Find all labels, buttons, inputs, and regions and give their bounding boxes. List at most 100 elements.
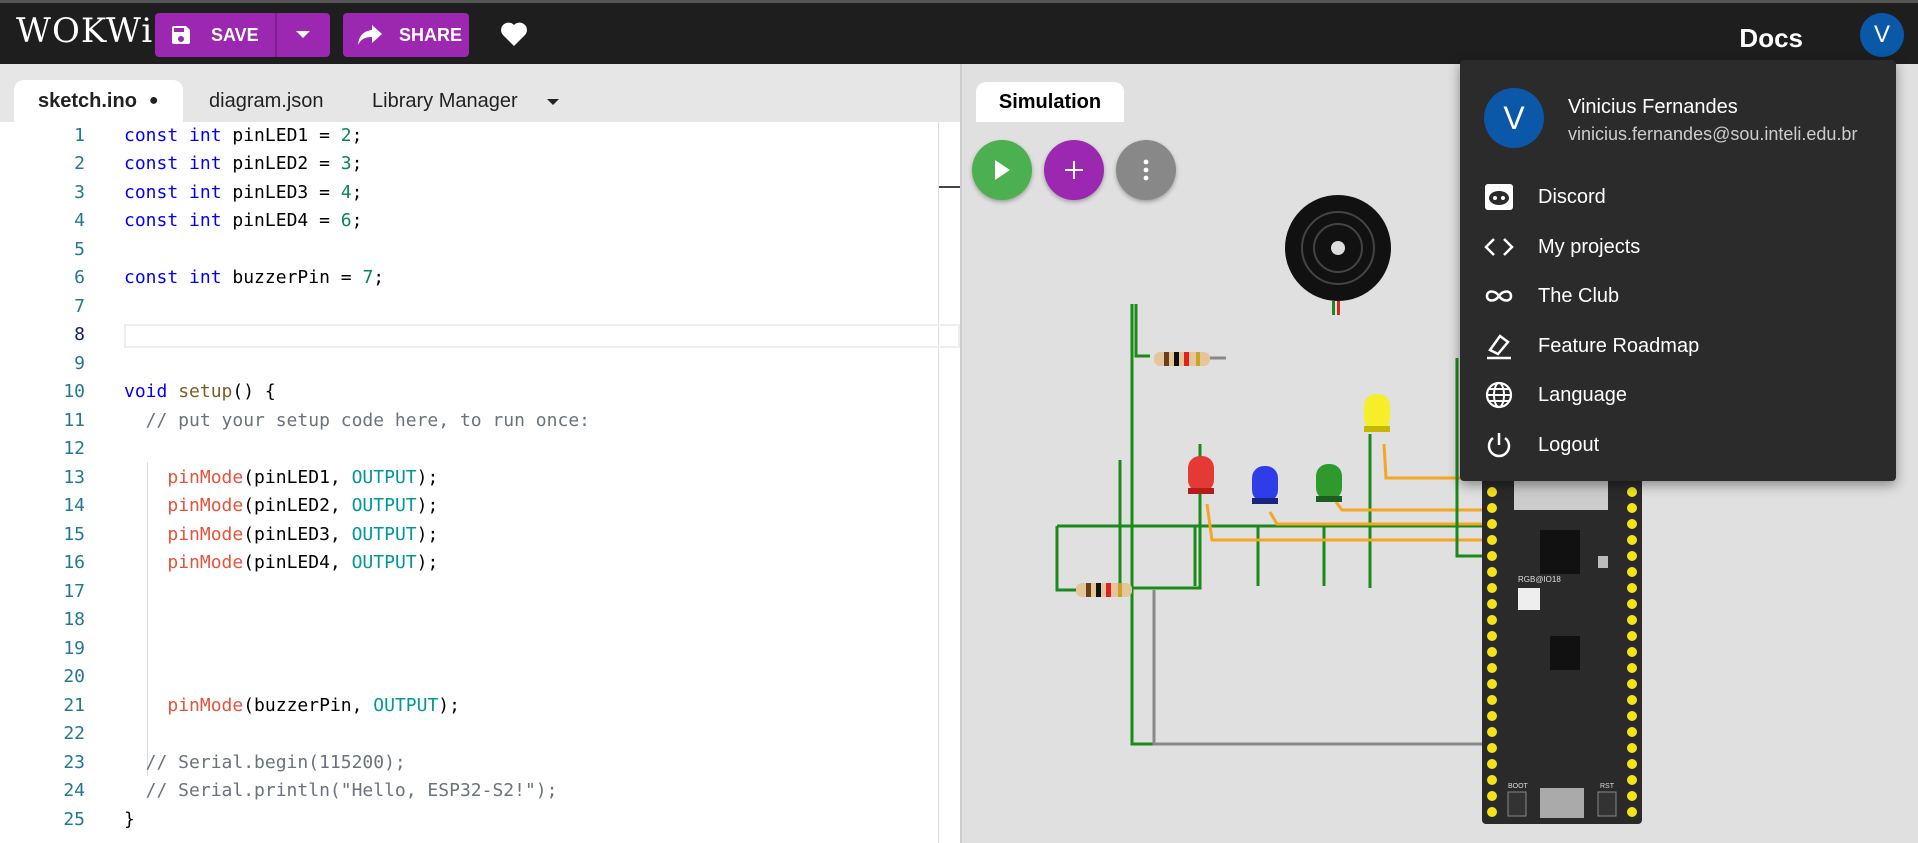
code-area[interactable]: 1 const int pinLED1 = 2; 2 const int pinLE… (0, 122, 960, 843)
code-line: 6 const int buzzerPin = 7; (0, 264, 960, 292)
line-text: pinMode(pinLED1, OUTPUT); (167, 467, 439, 488)
infinity-icon (1485, 290, 1513, 302)
code-line: 20 (0, 663, 960, 691)
user-avatar-button[interactable]: V (1860, 13, 1904, 57)
line-number: 4 (74, 210, 85, 231)
line-text: // Serial.println("Hello, ESP32-S2!"); (124, 780, 558, 801)
led-blue[interactable] (1252, 466, 1278, 504)
share-arrow-icon (358, 25, 382, 45)
line-number: 8 (74, 324, 85, 345)
line-number: 14 (63, 495, 85, 516)
line-number: 13 (63, 467, 85, 488)
line-number: 15 (63, 524, 85, 545)
share-label: SHARE (399, 24, 463, 45)
code-line: 14 pinMode(pinLED2, OUTPUT); (0, 492, 960, 520)
menu-item-label: Language (1538, 384, 1627, 406)
line-text: const int pinLED1 = 2; (124, 125, 363, 146)
code-line: 24 // Serial.println("Hello, ESP32-S2!")… (0, 777, 960, 805)
code-line: 2 const int pinLED2 = 3; (0, 150, 960, 178)
buzzer[interactable] (1285, 195, 1391, 315)
docs-link[interactable]: Docs (1739, 23, 1803, 54)
code-line: 18 (0, 606, 960, 634)
line-number: 1 (74, 125, 85, 146)
line-text: const int buzzerPin = 7; (124, 267, 385, 288)
menu-item-my-projects[interactable]: My projects (1460, 224, 1896, 270)
top-bar: WOKWi SAVE SHARE Docs V (0, 0, 1918, 64)
code-line: 10 void setup() { (0, 378, 960, 406)
line-number: 16 (63, 552, 85, 573)
line-number: 23 (63, 752, 85, 773)
menu-item-label: Feature Roadmap (1538, 335, 1700, 357)
line-number: 20 (63, 666, 85, 687)
user-email: vinicius.fernandes@sou.inteli.edu.br (1568, 124, 1858, 144)
roadmap-icon (1487, 334, 1511, 360)
line-number: 10 (63, 381, 85, 402)
wire-led-green-signal (1334, 501, 1490, 512)
code-line: 4 const int pinLED4 = 6; (0, 207, 960, 235)
line-number: 6 (74, 267, 85, 288)
share-button[interactable]: SHARE (343, 13, 469, 57)
menu-item-label: My projects (1538, 236, 1641, 258)
save-options-button[interactable] (277, 13, 330, 57)
wire-ground-bus (1082, 444, 1202, 590)
code-line: 25} (0, 806, 960, 834)
heart-icon (501, 22, 527, 46)
unsaved-dot: ● (148, 92, 159, 109)
tabs-menu-button[interactable] (546, 94, 560, 112)
board-label-rgb: RGB@IO18 (1518, 575, 1561, 584)
code-line: 8 (0, 321, 960, 349)
line-number: 25 (63, 809, 85, 830)
line-number: 12 (63, 438, 85, 459)
menu-item-logout[interactable]: Logout (1460, 422, 1896, 468)
discord-icon (1485, 184, 1513, 210)
line-number: 7 (74, 296, 85, 317)
code-line: 7 (0, 293, 960, 321)
line-text: pinMode(pinLED4, OUTPUT); (167, 552, 439, 573)
line-number: 5 (74, 239, 85, 260)
code-editor-panel: sketch.ino ● diagram.json Library Manage… (0, 64, 960, 843)
line-text: // Serial.begin(115200); (124, 752, 406, 773)
globe-icon (1485, 381, 1513, 409)
tab-label: sketch.ino (38, 89, 137, 112)
wokwi-logo[interactable]: WOKWi (16, 11, 153, 51)
power-icon (1487, 433, 1511, 458)
code-line: 12 (0, 435, 960, 463)
resistor-top[interactable] (1154, 352, 1210, 366)
line-number: 9 (74, 353, 85, 374)
resistor-left[interactable] (1076, 583, 1132, 597)
line-number: 11 (63, 410, 85, 431)
led-red[interactable] (1188, 456, 1214, 494)
led-yellow[interactable] (1364, 394, 1390, 432)
tab-diagram-json[interactable]: diagram.json (209, 80, 324, 122)
line-number: 2 (74, 153, 85, 174)
menu-item-the-club[interactable]: The Club (1460, 273, 1896, 319)
editor-tabs: sketch.ino ● diagram.json Library Manage… (0, 64, 960, 122)
menu-item-discord[interactable]: Discord (1460, 174, 1896, 220)
line-number: 19 (63, 638, 85, 659)
save-button[interactable]: SAVE (155, 13, 275, 57)
line-number: 18 (63, 609, 85, 630)
favorite-button[interactable] (500, 21, 528, 52)
menu-item-language[interactable]: Language (1460, 372, 1896, 418)
menu-item-feature-roadmap[interactable]: Feature Roadmap (1460, 323, 1896, 369)
code-line: 13 pinMode(pinLED1, OUTPUT); (0, 464, 960, 492)
esp32-s2-board[interactable]: RGB@IO18 BOOT RST (1482, 464, 1642, 824)
code-line: 9 (0, 350, 960, 378)
line-text: } (124, 809, 135, 830)
wire-buzzer-signal (1134, 304, 1150, 358)
line-number: 17 (63, 581, 85, 602)
code-line: 1 const int pinLED1 = 2; (0, 122, 960, 150)
menu-avatar: V (1484, 88, 1544, 148)
tab-library-manager[interactable]: Library Manager (372, 80, 518, 122)
tab-sketch-ino[interactable]: sketch.ino ● (14, 80, 183, 122)
line-text: const int pinLED4 = 6; (124, 210, 363, 231)
code-line: 21 pinMode(buzzerPin, OUTPUT); (0, 692, 960, 720)
menu-item-label: The Club (1538, 285, 1620, 307)
board-label-boot: BOOT (1508, 783, 1529, 790)
wire-resistor-gray (1152, 590, 1490, 746)
led-green[interactable] (1316, 464, 1342, 502)
user-name: Vinicius Fernandes (1568, 96, 1738, 118)
code-line: 19 (0, 635, 960, 663)
menu-item-label: Discord (1538, 186, 1606, 208)
wires (1055, 304, 1490, 746)
